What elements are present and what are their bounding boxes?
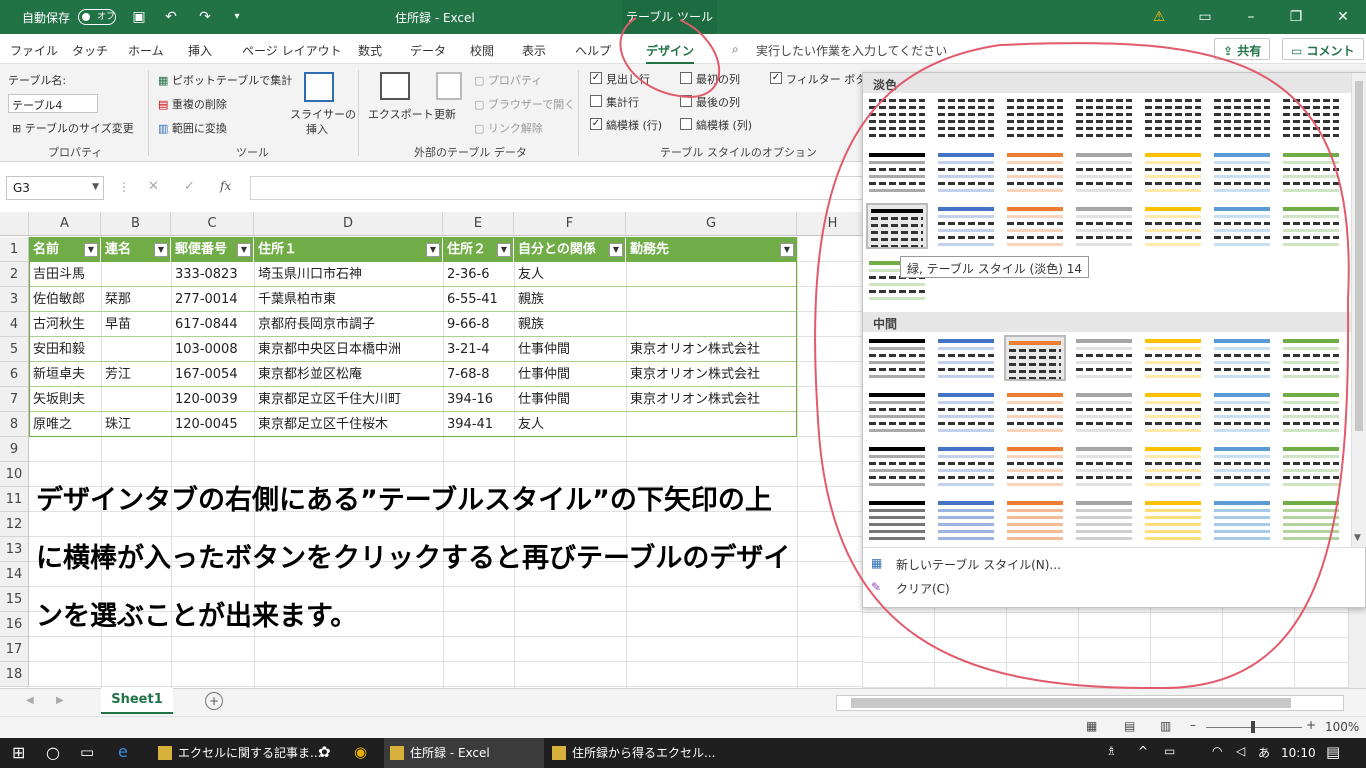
annotation-circle-design-tab — [619, 17, 721, 99]
annotation-circle-gallery — [814, 42, 1350, 690]
annotation-circles — [619, 17, 1350, 690]
